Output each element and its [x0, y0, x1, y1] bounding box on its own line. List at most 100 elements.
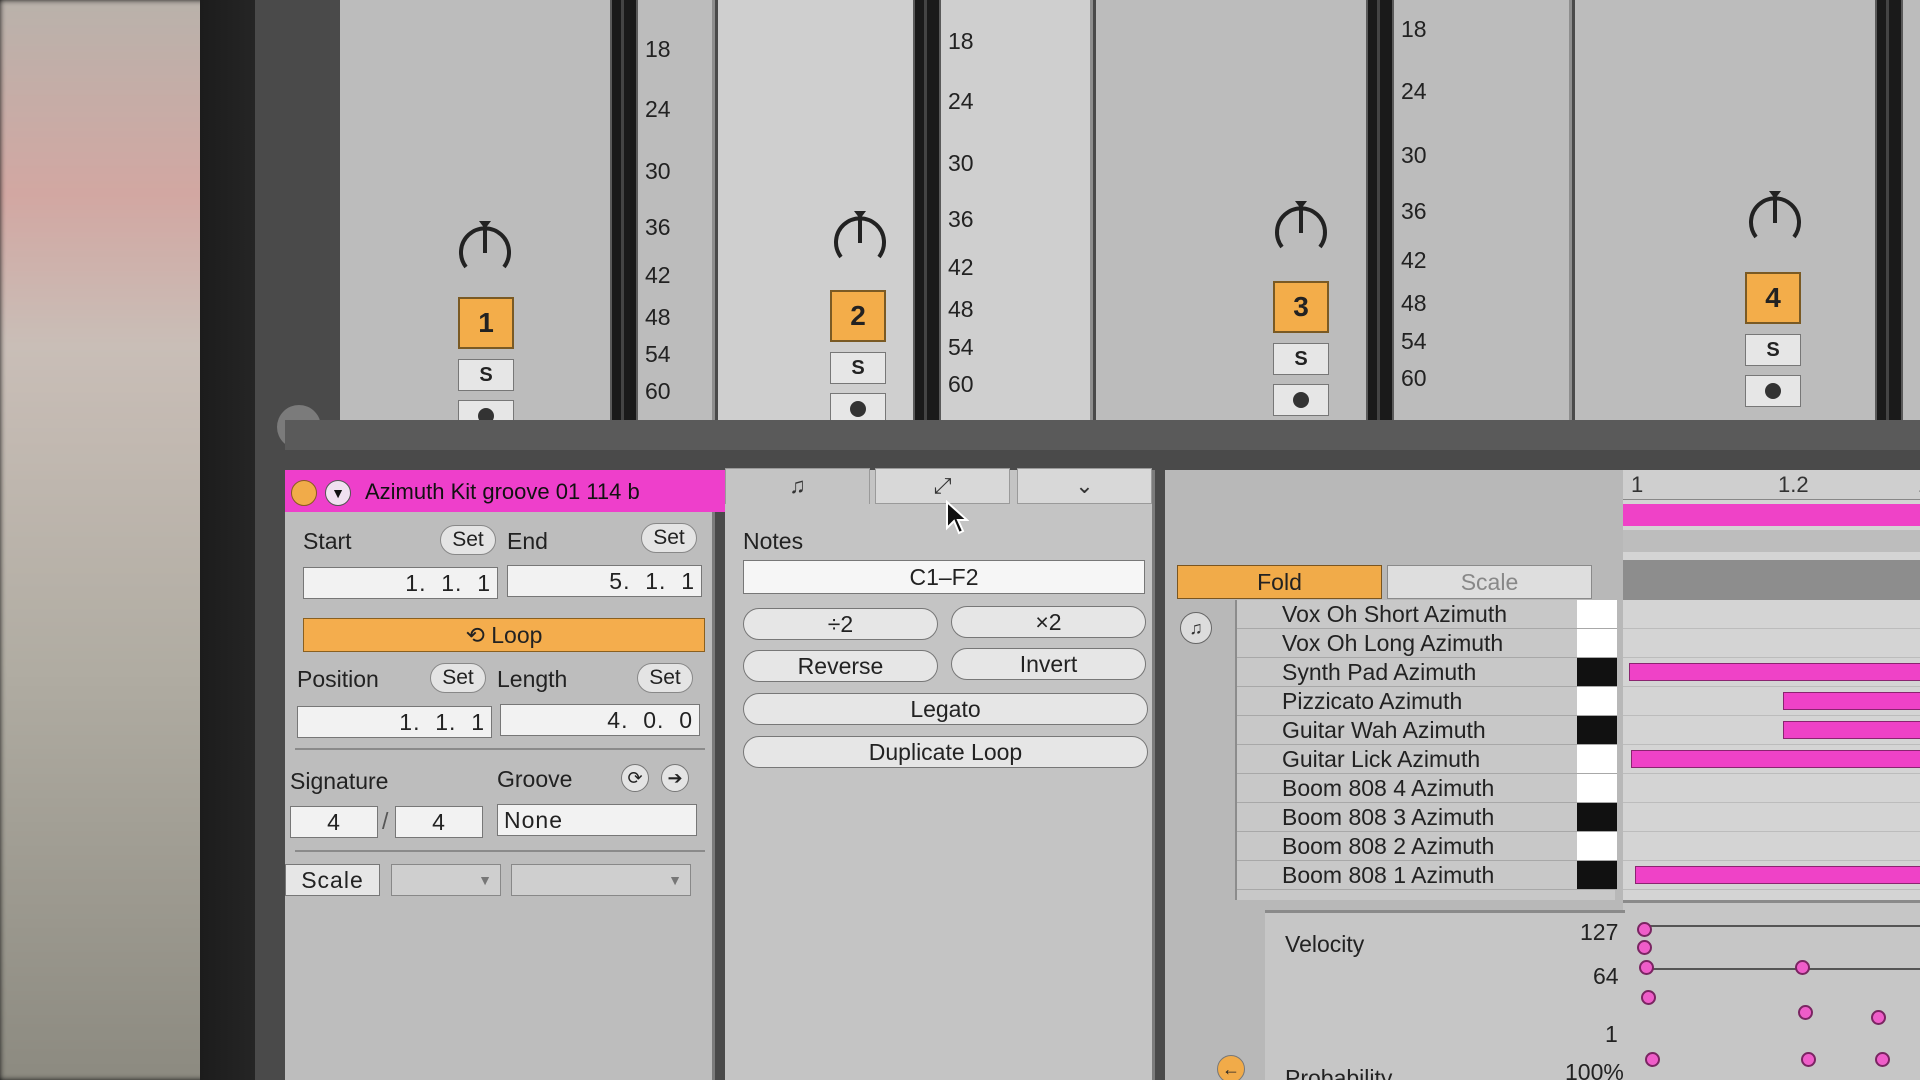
velocity-lane[interactable]	[1623, 900, 1920, 1080]
position-set-button[interactable]: Set	[430, 663, 486, 693]
velocity-marker[interactable]	[1637, 940, 1652, 955]
pan-knob-icon[interactable]	[825, 205, 895, 275]
position-field[interactable]: 1. 1. 1	[297, 706, 492, 738]
velocity-marker[interactable]	[1871, 1010, 1886, 1025]
duplicate-loop-button[interactable]: Duplicate Loop	[743, 736, 1148, 768]
solo-button[interactable]: S	[830, 352, 886, 384]
loop-icon: ⟲	[465, 622, 492, 648]
start-field[interactable]: 1. 1. 1	[303, 567, 498, 599]
scale-button[interactable]: Scale	[1387, 565, 1592, 599]
note-grid[interactable]: 1 1.2 1	[1623, 470, 1920, 1080]
groove-select[interactable]: None	[497, 804, 697, 836]
probability-marker[interactable]	[1645, 1052, 1660, 1067]
clip-activator[interactable]	[291, 480, 317, 506]
length-field[interactable]: 4. 0. 0	[500, 704, 700, 736]
piano-key[interactable]	[1577, 774, 1617, 802]
arm-button[interactable]	[1273, 384, 1329, 416]
velocity-marker[interactable]	[1795, 960, 1810, 975]
pan-knob-icon[interactable]	[1740, 185, 1810, 255]
list-item[interactable]: Vox Oh Long Azimuth	[1237, 629, 1617, 658]
timeline-ruler[interactable]: 1 1.2 1	[1623, 470, 1920, 500]
mouse-cursor-icon	[945, 499, 970, 536]
midi-note[interactable]	[1631, 750, 1920, 768]
separator	[295, 850, 705, 852]
midi-note[interactable]	[1635, 866, 1920, 884]
clip-header[interactable]: ▼ Azimuth Kit groove 01 114 b	[285, 470, 725, 512]
end-set-button[interactable]: Set	[641, 523, 697, 553]
piano-key[interactable]	[1577, 629, 1617, 657]
velocity-marker[interactable]	[1639, 960, 1654, 975]
tab-mpe[interactable]: ⌄	[1017, 468, 1152, 504]
piano-key[interactable]	[1577, 716, 1617, 744]
probability-toggle-icon[interactable]: ←	[1217, 1055, 1245, 1080]
pad-name: Guitar Wah Azimuth	[1282, 717, 1486, 743]
loop-brace[interactable]	[1623, 504, 1920, 526]
piano-key[interactable]	[1577, 687, 1617, 715]
meter-tick: 60	[1401, 365, 1427, 391]
signature-denominator[interactable]: 4	[395, 806, 483, 838]
solo-button[interactable]: S	[1273, 343, 1329, 375]
piano-key[interactable]	[1577, 861, 1617, 889]
scale-root-dropdown[interactable]: ▼	[391, 864, 501, 896]
piano-key[interactable]	[1577, 832, 1617, 860]
halve-button[interactable]: ÷2	[743, 608, 938, 640]
legato-button[interactable]: Legato	[743, 693, 1148, 725]
pad-name: Boom 808 1 Azimuth	[1282, 862, 1495, 888]
signature-numerator[interactable]: 4	[290, 806, 378, 838]
velocity-marker[interactable]	[1641, 990, 1656, 1005]
scale-name-dropdown[interactable]: ▼	[511, 864, 691, 896]
pan-knob-icon[interactable]	[450, 215, 520, 285]
headphones-icon[interactable]: ♫	[1180, 612, 1212, 644]
velocity-min: 1	[1605, 1021, 1618, 1047]
note-range-field[interactable]: C1–F2	[743, 560, 1145, 594]
list-item[interactable]: Boom 808 2 Azimuth	[1237, 832, 1617, 861]
arm-button[interactable]	[1745, 375, 1801, 407]
list-item[interactable]: Pizzicato Azimuth	[1237, 687, 1617, 716]
list-item[interactable]: Boom 808 4 Azimuth	[1237, 774, 1617, 803]
meter-tick: 42	[645, 262, 671, 288]
track-activator-4[interactable]: 4	[1745, 272, 1801, 324]
probability-marker[interactable]	[1801, 1052, 1816, 1067]
length-set-button[interactable]: Set	[637, 663, 693, 693]
loop-button[interactable]: ⟲ Loop	[303, 618, 705, 652]
list-item[interactable]: Vox Oh Short Azimuth	[1237, 600, 1617, 629]
meter-tick: 36	[1401, 198, 1427, 224]
groove-hotswap-icon[interactable]: ⟳	[621, 764, 649, 792]
piano-key[interactable]	[1577, 803, 1617, 831]
midi-note[interactable]	[1783, 692, 1920, 710]
meter-tick: 24	[948, 88, 974, 114]
track-activator-3[interactable]: 3	[1273, 281, 1329, 333]
collapse-icon[interactable]: ▼	[325, 480, 351, 506]
pan-knob-icon[interactable]	[1266, 195, 1336, 265]
tab-envelopes[interactable]: ⤢	[875, 468, 1010, 504]
clip-name: Azimuth Kit groove 01 114 b	[365, 479, 640, 504]
scale-toggle[interactable]: Scale	[285, 864, 380, 896]
list-item[interactable]: Guitar Wah Azimuth	[1237, 716, 1617, 745]
piano-key[interactable]	[1577, 658, 1617, 686]
mixer-channel-2: 2 S 18 24 30 36 42 48 54 60	[718, 0, 1093, 428]
track-activator-1[interactable]: 1	[458, 297, 514, 349]
track-activator-2[interactable]: 2	[830, 290, 886, 342]
double-button[interactable]: ×2	[951, 606, 1146, 638]
list-item[interactable]: Boom 808 3 Azimuth	[1237, 803, 1617, 832]
tab-notes[interactable]: ♫	[725, 468, 870, 504]
fold-button[interactable]: Fold	[1177, 565, 1382, 599]
invert-button[interactable]: Invert	[951, 648, 1146, 680]
reverse-button[interactable]: Reverse	[743, 650, 938, 682]
list-item[interactable]: Boom 808 1 Azimuth	[1237, 861, 1617, 890]
velocity-marker[interactable]	[1637, 922, 1652, 937]
list-item[interactable]: Synth Pad Azimuth	[1237, 658, 1617, 687]
list-item[interactable]: Guitar Lick Azimuth	[1237, 745, 1617, 774]
end-field[interactable]: 5. 1. 1	[507, 565, 702, 597]
piano-key[interactable]	[1577, 600, 1617, 628]
probability-marker[interactable]	[1875, 1052, 1890, 1067]
groove-commit-icon[interactable]: ➔	[661, 764, 689, 792]
mixer-channel-3: 3 S 18 24 30 36 42 48 54 60	[1096, 0, 1572, 428]
midi-note[interactable]	[1629, 663, 1920, 681]
velocity-marker[interactable]	[1798, 1005, 1813, 1020]
solo-button[interactable]: S	[1745, 334, 1801, 366]
solo-button[interactable]: S	[458, 359, 514, 391]
start-set-button[interactable]: Set	[440, 525, 496, 555]
piano-key[interactable]	[1577, 745, 1617, 773]
midi-note[interactable]	[1783, 721, 1920, 739]
